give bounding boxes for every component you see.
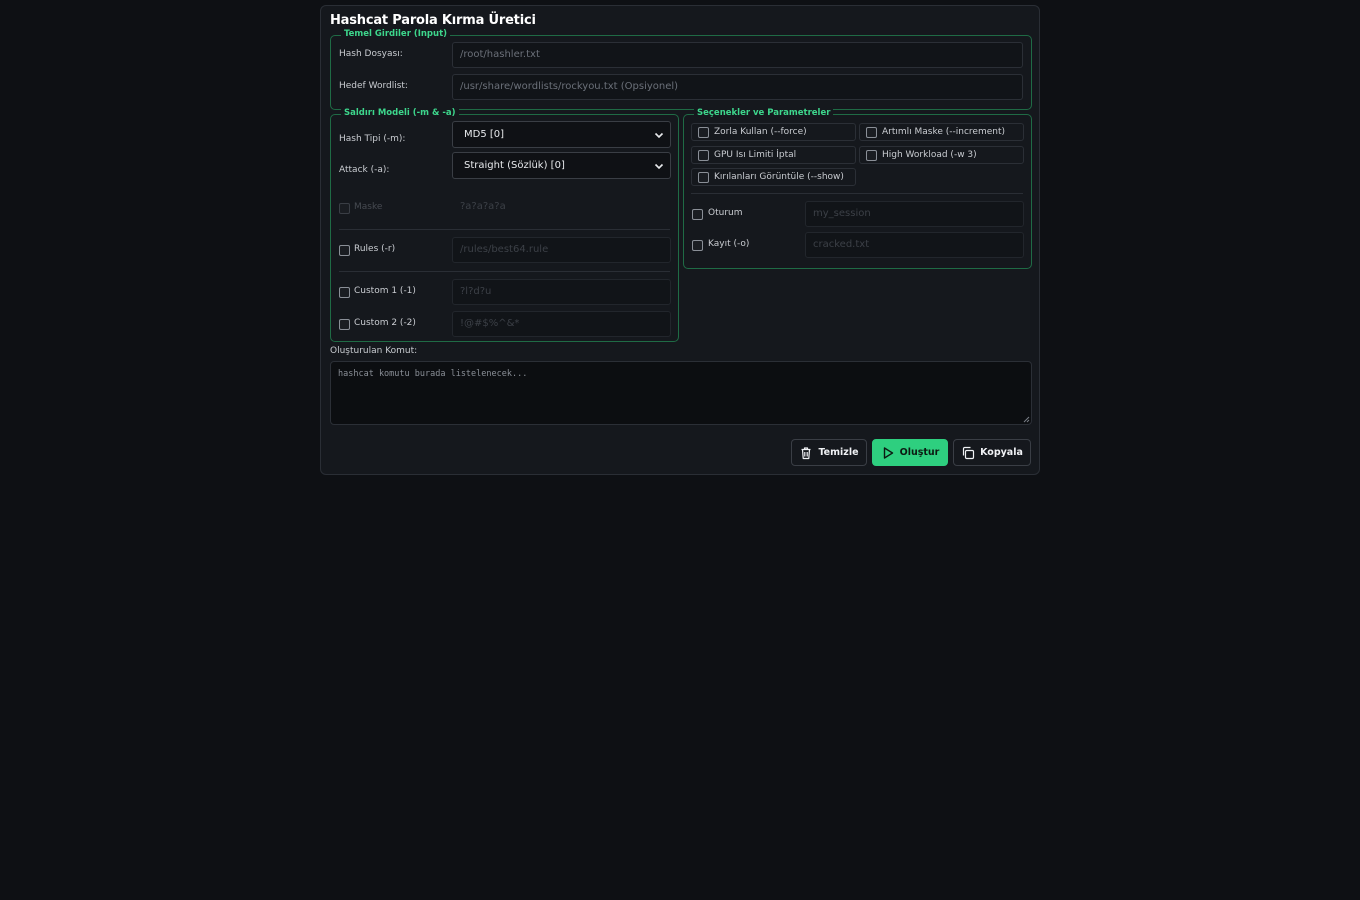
- attack-model-group: Saldırı Modeli (-m & -a) Hash Tipi (-m):…: [330, 108, 679, 342]
- generate-button-label: Oluştur: [899, 447, 940, 458]
- rules-label: Rules (-r): [354, 244, 396, 254]
- copy-button-label: Kopyala: [980, 447, 1023, 458]
- workload-checkbox[interactable]: [866, 150, 877, 161]
- divider: [339, 271, 670, 272]
- output-label: Kayıt (-o): [708, 239, 750, 249]
- page-title: Hashcat Parola Kırma Üretici: [330, 13, 536, 28]
- copy-button[interactable]: Kopyala: [953, 439, 1031, 466]
- command-label: Oluşturulan Komut:: [330, 346, 418, 356]
- increment-label: Artımlı Maske (--increment): [882, 127, 1006, 137]
- gpu-temp-label: GPU Isı Limiti İptal: [714, 150, 797, 160]
- wordlist-label: Hedef Wordlist:: [339, 81, 408, 91]
- force-label: Zorla Kullan (--force): [714, 127, 807, 137]
- main-panel: Hashcat Parola Kırma Üretici Temel Girdi…: [320, 5, 1040, 475]
- attack-model-legend: Saldırı Modeli (-m & -a): [341, 108, 459, 118]
- rules-input[interactable]: /rules/best64.rule: [452, 237, 671, 263]
- command-output[interactable]: hashcat komutu burada listelenecek...: [330, 361, 1032, 425]
- gpu-temp-checkbox[interactable]: [698, 150, 709, 161]
- trash-icon: [801, 446, 811, 459]
- output-checkbox[interactable]: [692, 240, 703, 251]
- show-checkbox[interactable]: [698, 172, 709, 183]
- clear-button[interactable]: Temizle: [791, 439, 867, 466]
- chevron-down-icon: [654, 163, 664, 170]
- increment-option[interactable]: Artımlı Maske (--increment): [859, 123, 1024, 141]
- wordlist-input[interactable]: /usr/share/wordlists/rockyou.txt (Opsiyo…: [452, 74, 1023, 100]
- show-option[interactable]: Kırılanları Görüntüle (--show): [691, 168, 856, 186]
- hash-type-select[interactable]: MD5 [0]: [452, 121, 671, 148]
- session-checkbox[interactable]: [692, 209, 703, 220]
- rules-checkbox[interactable]: [339, 245, 350, 256]
- output-input[interactable]: cracked.txt: [805, 232, 1024, 258]
- custom2-checkbox[interactable]: [339, 319, 350, 330]
- mask-label: Maske: [354, 202, 383, 212]
- generate-button[interactable]: Oluştur: [872, 439, 948, 466]
- custom1-checkbox[interactable]: [339, 287, 350, 298]
- hash-type-value: MD5 [0]: [464, 129, 505, 140]
- workload-label: High Workload (-w 3): [882, 150, 977, 160]
- custom2-input[interactable]: !@#$%^&*: [452, 311, 671, 337]
- basic-inputs-group: Temel Girdiler (Input) Hash Dosyası: /ro…: [330, 29, 1032, 110]
- gpu-temp-option[interactable]: GPU Isı Limiti İptal: [691, 146, 856, 164]
- clear-button-label: Temizle: [818, 447, 859, 458]
- play-icon: [883, 446, 893, 459]
- options-legend: Seçenekler ve Parametreler: [694, 108, 834, 118]
- attack-mode-select[interactable]: Straight (Sözlük) [0]: [452, 152, 671, 179]
- mask-input[interactable]: ?a?a?a?a: [452, 194, 671, 220]
- custom1-input[interactable]: ?l?d?u: [452, 279, 671, 305]
- session-label: Oturum: [708, 208, 743, 218]
- hash-type-label: Hash Tipi (-m):: [339, 134, 406, 144]
- hash-file-label: Hash Dosyası:: [339, 49, 403, 59]
- increment-checkbox[interactable]: [866, 127, 877, 138]
- divider: [691, 193, 1023, 194]
- chevron-down-icon: [654, 132, 664, 139]
- show-label: Kırılanları Görüntüle (--show): [714, 172, 844, 182]
- session-input[interactable]: my_session: [805, 201, 1024, 227]
- options-group: Seçenekler ve Parametreler Zorla Kullan …: [683, 108, 1032, 269]
- resize-grip-icon[interactable]: [1022, 415, 1030, 423]
- hash-file-input[interactable]: /root/hashler.txt: [452, 42, 1023, 68]
- workload-option[interactable]: High Workload (-w 3): [859, 146, 1024, 164]
- custom1-label: Custom 1 (-1): [354, 286, 416, 296]
- force-option[interactable]: Zorla Kullan (--force): [691, 123, 856, 141]
- command-placeholder: hashcat komutu burada listelenecek...: [338, 369, 528, 379]
- attack-mode-label: Attack (-a):: [339, 165, 390, 175]
- mask-checkbox[interactable]: [339, 203, 350, 214]
- basic-inputs-legend: Temel Girdiler (Input): [341, 29, 451, 39]
- custom2-label: Custom 2 (-2): [354, 318, 416, 328]
- force-checkbox[interactable]: [698, 127, 709, 138]
- attack-mode-value: Straight (Sözlük) [0]: [464, 160, 565, 171]
- divider: [339, 229, 670, 230]
- copy-icon: [962, 446, 975, 459]
